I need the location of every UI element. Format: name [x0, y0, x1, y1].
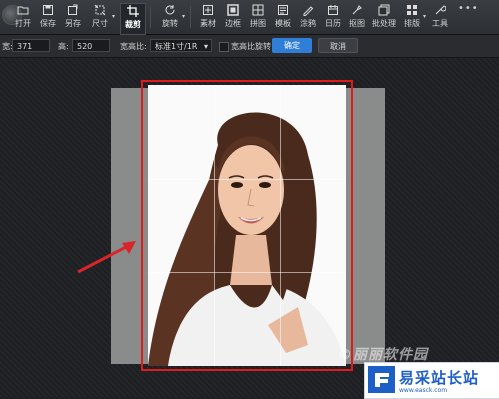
brand-url: www.easck.com	[399, 387, 448, 394]
toolbar-tools-button[interactable]: 工具	[428, 3, 452, 33]
toolbar-cutout-label: 抠图	[349, 19, 365, 28]
chevron-down-icon: ▾	[203, 42, 208, 51]
layout-dropdown-caret[interactable]: ▾	[423, 13, 426, 20]
layout-icon	[405, 3, 419, 17]
brand-badge: 易采站长站 www.easck.com	[364, 362, 499, 399]
arrow-annotation-icon	[77, 241, 136, 274]
cancel-button[interactable]: 取消	[318, 38, 358, 53]
collage-icon	[251, 3, 265, 17]
toolbar-material-label: 素材	[200, 19, 216, 28]
ratio-swap-checkbox[interactable]	[219, 42, 229, 52]
toolbar-template-label: 模板	[275, 19, 291, 28]
toolbar-batch-label: 批处理	[372, 19, 396, 28]
doodle-icon	[301, 3, 315, 17]
toolbar-calendar-button[interactable]: 日历	[321, 3, 345, 33]
toolbar-material-button[interactable]: 素材	[196, 3, 220, 33]
cutout-icon	[350, 3, 364, 17]
toolbar-rotate-button[interactable]: 旋转	[158, 3, 182, 33]
batch-icon	[377, 3, 391, 17]
toolbar-calendar-label: 日历	[325, 19, 341, 28]
toolbar-collage-button[interactable]: 拼图	[246, 3, 270, 33]
toolbar-frame-button[interactable]: 边框	[221, 3, 245, 33]
open-icon	[16, 3, 30, 17]
toolbar-separator	[190, 6, 191, 28]
resize-icon	[93, 3, 107, 17]
material-icon	[201, 3, 215, 17]
height-input[interactable]: 520	[72, 39, 110, 52]
toolbar-cutout-button[interactable]: 抠图	[345, 3, 369, 33]
toolbar-crop-label: 裁剪	[125, 20, 141, 29]
ratio-swap-label: 宽高比旋转	[231, 42, 271, 51]
more-options-button[interactable]: •••	[458, 3, 479, 14]
ratio-label: 宽高比:	[120, 42, 147, 51]
toolbar-template-button[interactable]: 模板	[271, 3, 295, 33]
resize-dropdown-caret[interactable]: ▾	[112, 13, 115, 20]
brand-name: 易采站长站	[399, 369, 480, 387]
crop-selection-box[interactable]	[141, 80, 353, 371]
toolbar-save-label: 保存	[40, 19, 56, 28]
save-as-icon	[66, 3, 80, 17]
ratio-select[interactable]: 标准1寸/1R ▾	[150, 39, 212, 52]
template-icon	[276, 3, 290, 17]
toolbar-tools-label: 工具	[432, 19, 448, 28]
crop-options-bar: 宽: 371 高: 520 宽高比: 标准1寸/1R ▾ 宽高比旋转 确定 取消	[0, 35, 499, 58]
calendar-icon	[326, 3, 340, 17]
rotate-icon	[163, 3, 177, 17]
toolbar-layout-button[interactable]: 排版	[400, 3, 424, 33]
ratio-select-value: 标准1寸/1R	[155, 42, 198, 51]
brand-logo-icon	[368, 366, 395, 393]
toolbar-layout-label: 排版	[404, 19, 420, 28]
toolbar-save-button[interactable]: 保存	[36, 3, 60, 33]
toolbar-resize-label: 尺寸	[92, 19, 108, 28]
toolbar-save-as-label: 另存	[65, 19, 81, 28]
toolbar-batch-button[interactable]: 批处理	[372, 3, 396, 33]
toolbar-resize-button[interactable]: 尺寸	[88, 3, 112, 33]
tools-icon	[433, 3, 447, 17]
toolbar-save-as-button[interactable]: 另存	[61, 3, 85, 33]
toolbar-collage-label: 拼图	[250, 19, 266, 28]
width-input[interactable]: 371	[12, 39, 50, 52]
save-icon	[41, 3, 55, 17]
frame-icon	[226, 3, 240, 17]
watermark-text: ©丽丽软件园	[338, 347, 428, 363]
toolbar-frame-label: 边框	[225, 19, 241, 28]
toolbar-separator	[150, 6, 151, 28]
toolbar-doodle-label: 涂鸦	[300, 19, 316, 28]
toolbar-doodle-button[interactable]: 涂鸦	[296, 3, 320, 33]
crop-icon	[126, 4, 140, 18]
toolbar-open-button[interactable]: 打开	[11, 3, 35, 33]
image-canvas[interactable]: ©丽丽软件园	[0, 58, 499, 397]
toolbar-crop-button[interactable]: 裁剪	[120, 3, 146, 35]
rotate-dropdown-caret[interactable]: ▾	[182, 13, 185, 20]
toolbar-open-label: 打开	[15, 19, 31, 28]
main-toolbar: 打开 保存 另存 尺寸 ▾ 裁剪 旋转 ▾ 素材 边框 拼图 模板 涂鸦 日历 …	[0, 0, 499, 35]
confirm-button[interactable]: 确定	[272, 38, 312, 53]
height-label: 高:	[58, 42, 69, 51]
toolbar-rotate-label: 旋转	[162, 19, 178, 28]
